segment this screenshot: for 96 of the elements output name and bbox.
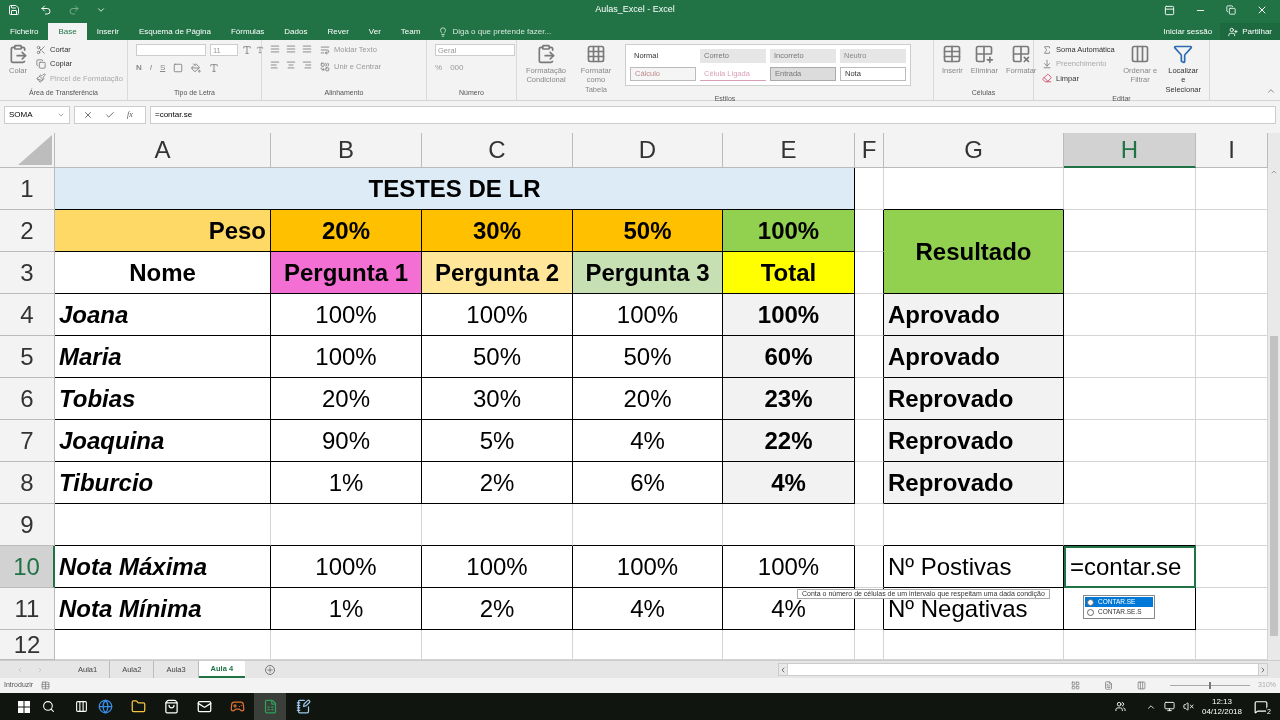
column-header[interactable]: C xyxy=(422,133,573,168)
sign-in-link[interactable]: Iniciar sessão xyxy=(1155,23,1221,40)
filled-cell: 22% xyxy=(723,420,855,462)
column-header[interactable]: E xyxy=(723,133,855,168)
cell-value: 4% xyxy=(573,588,723,630)
filled-cell: Aprovado xyxy=(884,294,1064,336)
row-header[interactable]: 8 xyxy=(0,462,55,504)
row-header[interactable]: 12 xyxy=(0,630,55,660)
filled-cell: 50% xyxy=(573,210,723,252)
column-header[interactable]: H xyxy=(1064,133,1196,168)
row-header[interactable]: 1 xyxy=(0,168,55,210)
column-header[interactable]: A xyxy=(55,133,271,168)
cell-value: 2% xyxy=(422,462,573,504)
cell-value: Maria xyxy=(55,336,271,378)
cell-value: 100% xyxy=(573,546,723,588)
filled-cell: Pergunta 1 xyxy=(271,252,422,294)
cell-value: 100% xyxy=(271,546,422,588)
column-header[interactable]: F xyxy=(855,133,884,168)
ribbon-tab[interactable]: Inserir xyxy=(86,23,129,40)
cell-value: 2% xyxy=(422,588,573,630)
filled-cell: 20% xyxy=(271,210,422,252)
cell-value: Tobias xyxy=(55,378,271,420)
cell-value: 90% xyxy=(271,420,422,462)
row-header[interactable]: 3 xyxy=(0,252,55,294)
filled-cell: Aprovado xyxy=(884,336,1064,378)
ribbon-tab[interactable]: Ficheiro xyxy=(0,23,49,40)
cell-value: 100% xyxy=(271,336,422,378)
cell-value: Nome xyxy=(55,252,271,294)
cell-value: Nº Postivas xyxy=(884,546,1064,588)
ribbon-tab[interactable]: Team xyxy=(390,23,431,40)
row-header[interactable]: 11 xyxy=(0,588,55,630)
filled-cell: Peso xyxy=(55,210,271,252)
row-header[interactable]: 9 xyxy=(0,504,55,546)
filled-cell: Pergunta 3 xyxy=(573,252,723,294)
cell-value: Nota Máxima xyxy=(55,546,271,588)
cell-value: Nota Mínima xyxy=(55,588,271,630)
row-header[interactable]: 5 xyxy=(0,336,55,378)
column-header[interactable]: G xyxy=(884,133,1064,168)
clock-time[interactable]: 12:13 xyxy=(1211,696,1232,707)
ribbon-tab[interactable]: Ver xyxy=(358,23,391,40)
filled-cell: 100% xyxy=(723,294,855,336)
font-style-button[interactable]: N xyxy=(136,62,142,74)
row-header[interactable]: 2 xyxy=(0,210,55,252)
cell-value: 100% xyxy=(573,294,723,336)
column-header[interactable]: B xyxy=(271,133,422,168)
window-title: Aulas_Excel - Excel xyxy=(595,3,675,17)
font-style-button[interactable]: S xyxy=(160,62,166,74)
filled-cell: 4% xyxy=(723,462,855,504)
cell-value: 100% xyxy=(271,294,422,336)
row-header[interactable]: 4 xyxy=(0,294,55,336)
name-box-value: SOMA xyxy=(9,109,33,121)
filled-cell: Reprovado xyxy=(884,378,1064,420)
cell-value: 5% xyxy=(422,420,573,462)
cell-value: 4% xyxy=(573,420,723,462)
column-header[interactable]: D xyxy=(573,133,723,168)
cell-value: 50% xyxy=(573,336,723,378)
ribbon-tab[interactable]: Esquema de Página xyxy=(128,23,221,40)
filled-cell: 30% xyxy=(422,210,573,252)
tell-me-field[interactable]: Diga o que pretende fazer... xyxy=(452,25,552,38)
cell-value: Tiburcio xyxy=(55,462,271,504)
cell-value: Joaquina xyxy=(55,420,271,462)
filled-cell: 23% xyxy=(723,378,855,420)
cell-value: 1% xyxy=(271,462,422,504)
cell-value: 20% xyxy=(271,378,422,420)
ribbon-tab[interactable]: Fórmulas xyxy=(221,23,275,40)
share-button[interactable]: Partilhar xyxy=(1220,23,1280,40)
filled-cell: 100% xyxy=(723,210,855,252)
filled-cell: 60% xyxy=(723,336,855,378)
column-header[interactable]: I xyxy=(1196,133,1268,168)
ribbon-tab[interactable]: Rever xyxy=(317,23,359,40)
row-header[interactable]: 7 xyxy=(0,420,55,462)
font-style-button[interactable]: I xyxy=(149,62,152,74)
filled-cell: Resultado xyxy=(884,210,1064,294)
filled-cell: TESTES DE LR xyxy=(55,168,855,210)
cell-value: 50% xyxy=(422,336,573,378)
clock-date[interactable]: 04/12/2018 xyxy=(1201,706,1242,717)
cell-value: 100% xyxy=(422,294,573,336)
row-header[interactable]: 10 xyxy=(0,546,55,588)
insert-function-button[interactable]: fx xyxy=(127,109,133,121)
filled-cell: Pergunta 2 xyxy=(422,252,573,294)
ribbon-tab[interactable]: Dados xyxy=(274,23,318,40)
row-header[interactable]: 6 xyxy=(0,378,55,420)
filled-cell: Reprovado xyxy=(884,420,1064,462)
cell-value: 100% xyxy=(723,546,855,588)
cell-value: 30% xyxy=(422,378,573,420)
name-box[interactable]: SOMA xyxy=(4,106,70,124)
cell-value: 100% xyxy=(422,546,573,588)
cell-value: 1% xyxy=(271,588,422,630)
filled-cell: Reprovado xyxy=(884,462,1064,504)
cell-value: 20% xyxy=(573,378,723,420)
cell-value: 6% xyxy=(573,462,723,504)
cell-value: Joana xyxy=(55,294,271,336)
formula-field[interactable]: =contar.se xyxy=(150,106,1276,124)
cell-editor[interactable]: =contar.se xyxy=(1064,546,1196,588)
ribbon-tab[interactable]: Base xyxy=(48,23,87,40)
filled-cell: Total xyxy=(723,252,855,294)
